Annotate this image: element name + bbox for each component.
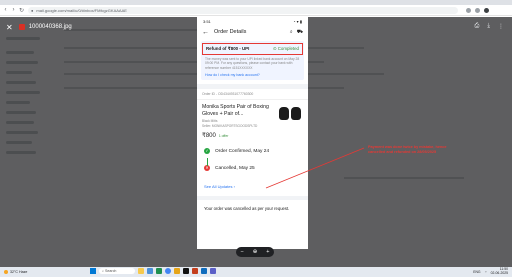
app-icon[interactable] [210,268,216,274]
annotation-arrow [265,147,365,189]
zoom-controls: − ⊕ + [236,247,274,257]
system-tray: ENG ◔ 11:50 02-06-2025 [473,267,508,276]
tray-lang[interactable]: ENG [473,270,480,274]
wifi-icon[interactable]: ◔ [485,270,487,274]
zoom-in-button[interactable]: + [266,249,269,255]
app-icon[interactable] [183,268,189,274]
app-icon[interactable] [147,268,153,274]
windows-start-icon[interactable] [90,268,96,274]
zoom-icon[interactable]: ⊕ [253,249,258,255]
weather-widget[interactable]: 32°C Haze [4,270,27,274]
app-icon[interactable] [138,268,144,274]
chrome-icon[interactable] [165,268,171,274]
clock[interactable]: 11:50 02-06-2025 [491,267,508,276]
taskbar-search[interactable]: ⌕ Search [99,268,135,274]
sun-icon [4,270,8,274]
app-icon[interactable] [201,268,207,274]
zoom-out-button[interactable]: − [240,249,243,255]
app-icon[interactable] [156,268,162,274]
app-icon[interactable] [192,268,198,274]
taskbar: 32°C Haze ⌕ Search ENG ◔ 11:50 02-06-202… [0,267,512,277]
annotation-note: Payment was done twice by mistake, hence… [368,145,447,154]
folder-icon[interactable] [174,268,180,274]
